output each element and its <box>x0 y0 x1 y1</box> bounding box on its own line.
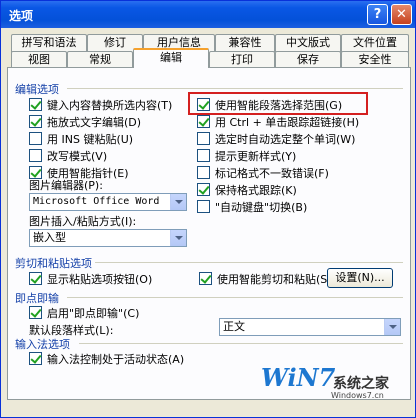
checkbox-box[interactable] <box>197 149 210 162</box>
watermark-site-name: 系统之家 <box>333 376 389 392</box>
checkbox-box[interactable] <box>197 183 210 196</box>
section-cut-paste: 剪切和粘贴选项 <box>15 257 92 270</box>
show-paste-options-checkbox[interactable]: 显示粘贴选项按钮(O) <box>29 271 152 286</box>
insert-paste-label: 图片插入/粘贴方式(I): <box>29 215 137 228</box>
divider <box>79 343 403 344</box>
red-highlight-box <box>188 92 368 115</box>
picture-editor-select[interactable]: Microsoft Office Word <box>29 193 187 211</box>
divider <box>95 262 403 263</box>
picture-editor-label: 图片编辑器(P): <box>29 179 103 192</box>
keep-track-formatting-checkbox[interactable]: 保持格式跟踪(K) <box>197 182 297 197</box>
auto-keyboard-checkbox[interactable]: "自动键盘"切换(B) <box>197 199 307 214</box>
window-title: 选项 <box>9 9 34 23</box>
divider <box>67 297 403 298</box>
checkbox-box[interactable] <box>29 272 42 285</box>
prompt-update-style-checkbox[interactable]: 提示更新样式(Y) <box>197 148 296 163</box>
checkbox-box[interactable] <box>29 352 42 365</box>
ins-key-paste-checkbox[interactable]: 用 INS 键粘贴(U) <box>29 131 133 146</box>
tab-compatibility[interactable]: 兼容性 <box>215 34 275 52</box>
options-dialog: 选项 ? ✕ 拼写和语法 修订 用户信息 兼容性 中文版式 文件位置 视图 常规… <box>0 0 416 418</box>
overtype-mode-checkbox[interactable]: 改写模式(V) <box>29 148 107 163</box>
watermark-logo: WiN7 <box>261 363 336 392</box>
checkbox-box[interactable] <box>29 98 42 111</box>
watermark-url: Windows7.cn <box>331 391 384 400</box>
select-whole-word-checkbox[interactable]: 选定时自动选定整个单词(W) <box>197 131 355 146</box>
title-bar[interactable]: 选项 ? ✕ <box>1 1 415 28</box>
tab-spelling-grammar[interactable]: 拼写和语法 <box>11 34 87 52</box>
enable-click-and-type-checkbox[interactable]: 启用"即点即输"(C) <box>29 305 139 320</box>
drag-drop-editing-checkbox[interactable]: 拖放式文字编辑(D) <box>29 114 141 129</box>
section-edit-options: 编辑选项 <box>15 83 59 96</box>
close-button[interactable]: ✕ <box>391 4 412 25</box>
checkbox-box[interactable] <box>29 306 42 319</box>
site-watermark: WiN7 系统之家 Windows7.cn <box>261 359 411 409</box>
checkbox-box[interactable] <box>197 132 210 145</box>
chevron-down-icon[interactable] <box>170 230 186 246</box>
default-paragraph-style-select[interactable]: 正文 <box>219 318 401 336</box>
mark-format-inconsistency-checkbox[interactable]: 标记格式不一致错误(F) <box>197 165 329 180</box>
typing-replaces-selection-checkbox[interactable]: 键入内容替换所选内容(T) <box>29 97 172 112</box>
checkbox-box[interactable] <box>29 132 42 145</box>
insert-paste-select[interactable]: 嵌入型 <box>29 229 187 247</box>
checkbox-box[interactable] <box>199 272 212 285</box>
chevron-down-icon[interactable] <box>384 319 400 335</box>
tab-asian-typography[interactable]: 中文版式 <box>275 34 341 52</box>
checkbox-box[interactable] <box>29 115 42 128</box>
tab-file-locations[interactable]: 文件位置 <box>341 34 409 52</box>
ime-active-checkbox[interactable]: 输入法控制处于活动状态(A) <box>29 351 184 366</box>
chevron-down-icon[interactable] <box>170 194 186 210</box>
smart-cut-paste-checkbox[interactable]: 使用智能剪切和粘贴(S) <box>199 271 332 286</box>
settings-button[interactable]: 设置(N)... <box>327 268 393 288</box>
tab-edit[interactable]: 编辑 <box>133 48 209 68</box>
checkbox-box[interactable] <box>29 149 42 162</box>
checkbox-box[interactable] <box>197 115 210 128</box>
help-button[interactable]: ? <box>367 4 388 25</box>
divider <box>67 88 403 89</box>
checkbox-box[interactable] <box>197 200 210 213</box>
checkbox-box[interactable] <box>197 166 210 179</box>
ctrl-click-hyperlink-checkbox[interactable]: 用 Ctrl + 单击跟踪超链接(H) <box>197 114 359 129</box>
